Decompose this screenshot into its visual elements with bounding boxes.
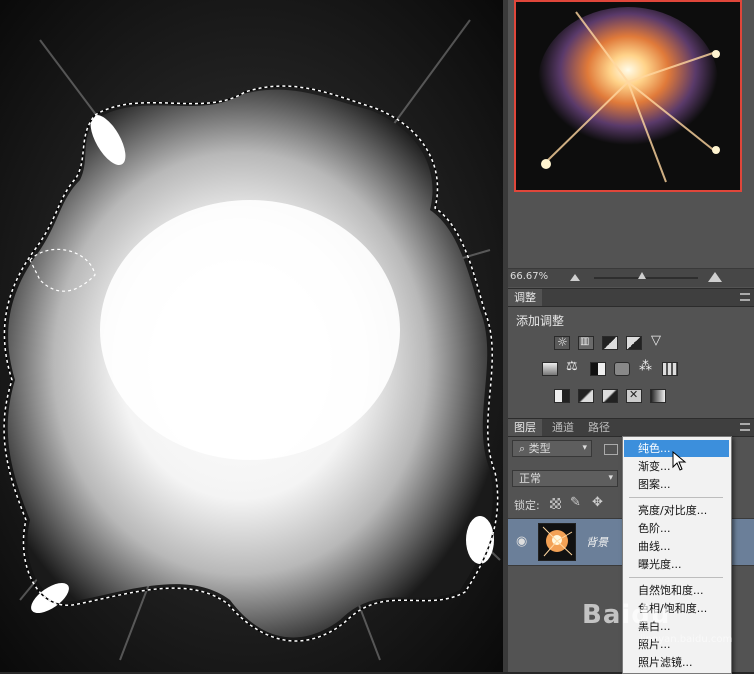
layer-filter-label: 类型: [528, 442, 551, 455]
adjustments-row-1: ☼ ▥ ▽: [554, 333, 734, 352]
panel-menu-icon[interactable]: [740, 293, 750, 301]
blend-mode-label: 正常: [519, 472, 541, 485]
hue-saturation-icon[interactable]: [542, 362, 558, 376]
menu-item[interactable]: 色阶...: [624, 520, 729, 537]
zoom-slider-track[interactable]: [594, 277, 698, 279]
menu-separator: [629, 497, 723, 498]
lock-transparent-icon[interactable]: [550, 498, 561, 509]
watermark-url: jingyan.baidu.com: [640, 634, 733, 645]
tab-adjustments[interactable]: 调整: [508, 289, 542, 306]
adjustments-row-3: ✕: [554, 388, 734, 405]
tab-channels[interactable]: 通道: [546, 419, 580, 436]
menu-item[interactable]: 曝光度...: [624, 556, 729, 573]
lock-pixels-brush-icon[interactable]: ✎: [570, 495, 581, 510]
lock-label: 锁定:: [514, 499, 540, 512]
layer-thumbnail: [538, 523, 576, 561]
canvas-artwork: [0, 0, 503, 672]
invert-icon[interactable]: [554, 389, 570, 403]
exposure-icon[interactable]: [626, 336, 642, 350]
layer-filter-dropdown[interactable]: ⌕ 类型 ▾: [512, 440, 592, 457]
gradient-map-icon[interactable]: [650, 389, 666, 403]
add-adjustment-title: 添加调整: [516, 314, 565, 328]
chevron-down-icon: ▾: [582, 443, 587, 453]
menu-item[interactable]: 曲线...: [624, 538, 729, 555]
menu-item[interactable]: 自然饱和度...: [624, 582, 729, 599]
color-lookup-icon[interactable]: [662, 362, 678, 376]
chevron-down-icon: ▾: [608, 473, 613, 483]
navigator-footer: 66.67%: [508, 268, 754, 287]
document-canvas[interactable]: [0, 0, 503, 672]
navigator-thumbnail[interactable]: [514, 0, 742, 192]
posterize-icon[interactable]: [578, 389, 594, 403]
threshold-icon[interactable]: [602, 389, 618, 403]
curves-icon[interactable]: [602, 336, 618, 350]
zoom-in-icon[interactable]: [708, 272, 722, 282]
brightness-contrast-icon[interactable]: ☼: [554, 335, 570, 350]
channel-mixer-icon[interactable]: ⁂: [638, 359, 654, 376]
zoom-slider-handle[interactable]: [638, 272, 646, 279]
watermark-logo: Baidu: [582, 600, 671, 630]
visibility-eye-icon[interactable]: ◉: [516, 534, 530, 549]
layers-panel-header: 图层 通道 路径: [508, 418, 754, 437]
adjustments-row-2: ⚖ ⁂: [542, 359, 742, 378]
black-white-icon[interactable]: [590, 362, 606, 376]
navigator-preview-image: [516, 2, 740, 190]
vibrance-icon[interactable]: ▽: [650, 333, 666, 350]
menu-item[interactable]: 亮度/对比度...: [624, 502, 729, 519]
layers-menu-icon[interactable]: [740, 423, 750, 431]
adjustments-panel-header: 调整: [508, 288, 754, 307]
tab-layers[interactable]: 图层: [508, 419, 542, 436]
selective-color-icon[interactable]: ✕: [626, 388, 642, 403]
layer-name[interactable]: 背景: [586, 534, 608, 550]
color-balance-icon[interactable]: ⚖: [566, 359, 582, 376]
levels-icon[interactable]: ▥: [578, 336, 594, 350]
menu-item[interactable]: 照片滤镜...: [624, 654, 729, 671]
blend-mode-dropdown[interactable]: 正常 ▾: [512, 470, 618, 487]
menu-item[interactable]: 图案...: [624, 476, 729, 493]
mouse-cursor-icon: [672, 451, 687, 471]
lock-position-move-icon[interactable]: ✥: [592, 495, 603, 510]
zoom-out-icon[interactable]: [570, 274, 580, 281]
zoom-level[interactable]: 66.67%: [510, 271, 548, 282]
menu-separator: [629, 577, 723, 578]
search-icon: ⌕: [519, 442, 526, 455]
image-filter-icon[interactable]: [604, 444, 618, 455]
photo-filter-icon[interactable]: [614, 362, 630, 376]
tab-paths[interactable]: 路径: [582, 419, 616, 436]
